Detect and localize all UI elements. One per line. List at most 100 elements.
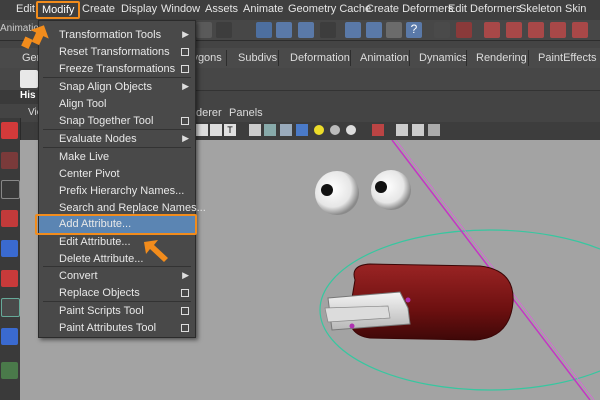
shelf-tab-subdivs[interactable]: Subdivs (238, 52, 277, 64)
option-box-icon[interactable] (181, 117, 189, 125)
menu-item-label: Transformation Tools (59, 29, 162, 41)
menu-item-label: Paint Scripts Tool (59, 305, 144, 317)
shelf-tab-deformation[interactable]: Deformation (290, 52, 350, 64)
playblast-icon[interactable] (550, 22, 566, 38)
option-box-icon[interactable] (181, 289, 189, 297)
menu-separator (43, 266, 191, 267)
snap-grid-icon[interactable] (216, 22, 232, 38)
right-pupil (375, 181, 387, 193)
move-tool-icon[interactable] (1, 210, 18, 227)
grid-toggle-icon[interactable] (210, 124, 222, 136)
submenu-arrow-icon: ▶ (182, 133, 189, 143)
menu-display[interactable]: Display (121, 3, 157, 15)
snap-surface-icon[interactable] (320, 22, 336, 38)
menu-item-label: Convert (59, 270, 98, 282)
soft-mod-icon[interactable] (1, 328, 18, 345)
show-manip-icon[interactable] (1, 362, 18, 379)
default-light-icon[interactable] (314, 125, 324, 135)
his-label: His (20, 90, 36, 101)
pencil-icon[interactable] (20, 70, 38, 88)
snap-curve-icon[interactable] (256, 22, 272, 38)
menu-item-label: Snap Align Objects (59, 81, 152, 93)
render-region-icon[interactable] (412, 124, 424, 136)
camera-attr-icon[interactable] (196, 124, 208, 136)
menu-item-snap-together-tool[interactable]: Snap Together Tool (39, 113, 195, 130)
hypershade-icon[interactable] (506, 22, 522, 38)
menu-create[interactable]: Create (82, 3, 115, 15)
menu-item-replace-objects[interactable]: Replace Objects (39, 285, 195, 302)
share-icon[interactable] (428, 124, 440, 136)
menu-item-align-tool[interactable]: Align Tool (39, 96, 195, 113)
shadows-icon[interactable] (330, 125, 340, 135)
panel-panels-menu[interactable]: Panels (229, 107, 263, 119)
orange-arrow-up-icon (21, 25, 49, 49)
menu-item-label: Freeze Transformations (59, 63, 176, 75)
history-icon[interactable] (345, 22, 361, 38)
menu-item-paint-scripts-tool[interactable]: Paint Scripts Tool (39, 303, 195, 320)
menu-item-freeze-transformations[interactable]: Freeze Transformations (39, 61, 195, 78)
shelf-tab-dynamics[interactable]: Dynamics (419, 52, 467, 64)
magnet-icon[interactable] (434, 22, 450, 38)
lights-icon[interactable] (296, 124, 308, 136)
menu-skeleton[interactable]: Skeleton (519, 3, 562, 15)
menu-animate[interactable]: Animate (243, 3, 283, 15)
menu-geometry-cache[interactable]: Geometry Cache (288, 3, 371, 15)
ipr-icon[interactable] (386, 22, 402, 38)
shelf-tab-animation[interactable]: Animation (360, 52, 409, 64)
menu-item-add-attribute[interactable]: Add Attribute... (35, 214, 197, 235)
snap-icon[interactable] (196, 22, 212, 38)
lasso-tool-icon[interactable] (1, 152, 18, 169)
text-icon[interactable]: T (224, 124, 236, 136)
render-icon[interactable] (366, 22, 382, 38)
ambient-occlusion-icon[interactable] (346, 125, 356, 135)
panel-renderer-menu[interactable]: derer (196, 107, 222, 119)
menu-item-convert[interactable]: Convert ▶ (39, 268, 195, 285)
snap-point-icon[interactable] (276, 22, 292, 38)
menu-item-label: Edit Attribute... (59, 236, 131, 248)
menu-item-paint-attributes-tool[interactable]: Paint Attributes Tool (39, 320, 195, 337)
menu-item-center-pivot[interactable]: Center Pivot (39, 166, 195, 183)
option-box-icon[interactable] (181, 65, 189, 73)
menu-edit[interactable]: Edit (16, 3, 35, 15)
select-tool-icon[interactable] (1, 122, 18, 139)
menu-item-transformation-tools[interactable]: Transformation Tools ▶ (39, 27, 195, 44)
textured-icon[interactable] (280, 124, 292, 136)
menu-item-evaluate-nodes[interactable]: Evaluate Nodes ▶ (39, 131, 195, 148)
render-view-icon[interactable] (456, 22, 472, 38)
help-icon[interactable]: ? (406, 22, 422, 38)
menu-item-snap-align-objects[interactable]: Snap Align Objects ▶ (39, 79, 195, 96)
menu-modify[interactable]: Modify (36, 1, 81, 19)
submenu-arrow-icon: ▶ (182, 29, 189, 39)
menu-item-prefix-hierarchy-names[interactable]: Prefix Hierarchy Names... (39, 183, 195, 200)
option-box-icon[interactable] (181, 307, 189, 315)
menu-bar: Edit Modify Create Display Window Assets… (0, 0, 600, 21)
menu-item-label: Search and Replace Names... (59, 202, 206, 214)
paint-select-icon[interactable] (1, 180, 20, 199)
option-box-icon[interactable] (181, 48, 189, 56)
orange-arrow-pointer-icon (144, 240, 168, 262)
menu-assets[interactable]: Assets (205, 3, 238, 15)
scale-tool-icon[interactable] (1, 270, 18, 287)
isolate-icon[interactable] (396, 124, 408, 136)
tool-box (0, 118, 21, 400)
history-strip: His (0, 90, 38, 104)
snap-view-icon[interactable] (298, 22, 314, 38)
rotate-tool-icon[interactable] (1, 240, 18, 257)
wireframe-icon[interactable] (249, 124, 261, 136)
option-box-icon[interactable] (181, 324, 189, 332)
menu-skin[interactable]: Skin (565, 3, 586, 15)
render-settings-icon[interactable] (484, 22, 500, 38)
left-eye[interactable] (315, 171, 359, 215)
shelf-tab-rendering[interactable]: Rendering (476, 52, 527, 64)
menu-create-deformers[interactable]: Create Deformers (366, 3, 453, 15)
manipulator-icon[interactable] (1, 298, 20, 317)
batch-render-icon[interactable] (528, 22, 544, 38)
menu-edit-deformers[interactable]: Edit Deformers (448, 3, 521, 15)
menu-item-reset-transformations[interactable]: Reset Transformations (39, 44, 195, 61)
magnet-red-icon[interactable] (572, 22, 588, 38)
menu-item-make-live[interactable]: Make Live (39, 149, 195, 166)
smooth-shade-icon[interactable] (264, 124, 276, 136)
xray-icon[interactable] (372, 124, 384, 136)
shelf-tab-painteffects[interactable]: PaintEffects (538, 52, 597, 64)
menu-window[interactable]: Window (161, 3, 200, 15)
